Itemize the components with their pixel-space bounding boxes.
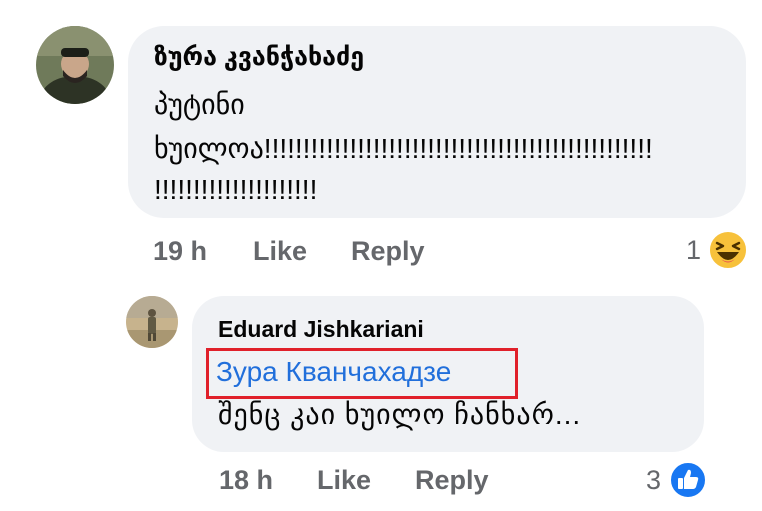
- comment-timestamp[interactable]: 19 h: [153, 236, 207, 267]
- replier-avatar-image: [126, 296, 178, 348]
- reply-timestamp[interactable]: 18 h: [219, 465, 273, 496]
- comment-thread: ზურა კვანჭახაძე პუტინი ხუილოა!!!!!!!!!!!…: [0, 0, 762, 511]
- thumbs-up-icon[interactable]: [669, 461, 707, 499]
- reply-like-button[interactable]: Like: [317, 465, 371, 496]
- comment-text-line-2: ხუილოა!!!!!!!!!!!!!!!!!!!!!!!!!!!!!!!!!!…: [154, 133, 653, 164]
- mention-link[interactable]: Зура Кванчахадзе: [216, 356, 451, 388]
- comment-text-line-3: !!!!!!!!!!!!!!!!!!!!!: [154, 174, 318, 205]
- commenter-avatar-image: [36, 26, 114, 104]
- reply-author-name[interactable]: Eduard Jishkariani: [218, 316, 424, 343]
- comment-bubble: ზურა კვანჭახაძე პუტინი ხუილოა!!!!!!!!!!!…: [128, 26, 746, 218]
- replier-avatar[interactable]: [126, 296, 178, 348]
- reply-reaction-count[interactable]: 3: [646, 465, 661, 496]
- comment-like-button[interactable]: Like: [253, 236, 307, 267]
- commenter-avatar[interactable]: [36, 26, 114, 104]
- reply-text: შენც კაი ხუილო ჩანხარ...: [218, 399, 582, 430]
- comment-reply-button[interactable]: Reply: [351, 236, 425, 267]
- comment-text-line-1: პუტინი: [154, 89, 245, 120]
- comment-author-name[interactable]: ზურა კვანჭახაძე: [154, 42, 364, 72]
- comment-reaction-count[interactable]: 1: [686, 235, 701, 266]
- laughing-emoji-icon[interactable]: [708, 230, 748, 270]
- reply-reply-button[interactable]: Reply: [415, 465, 489, 496]
